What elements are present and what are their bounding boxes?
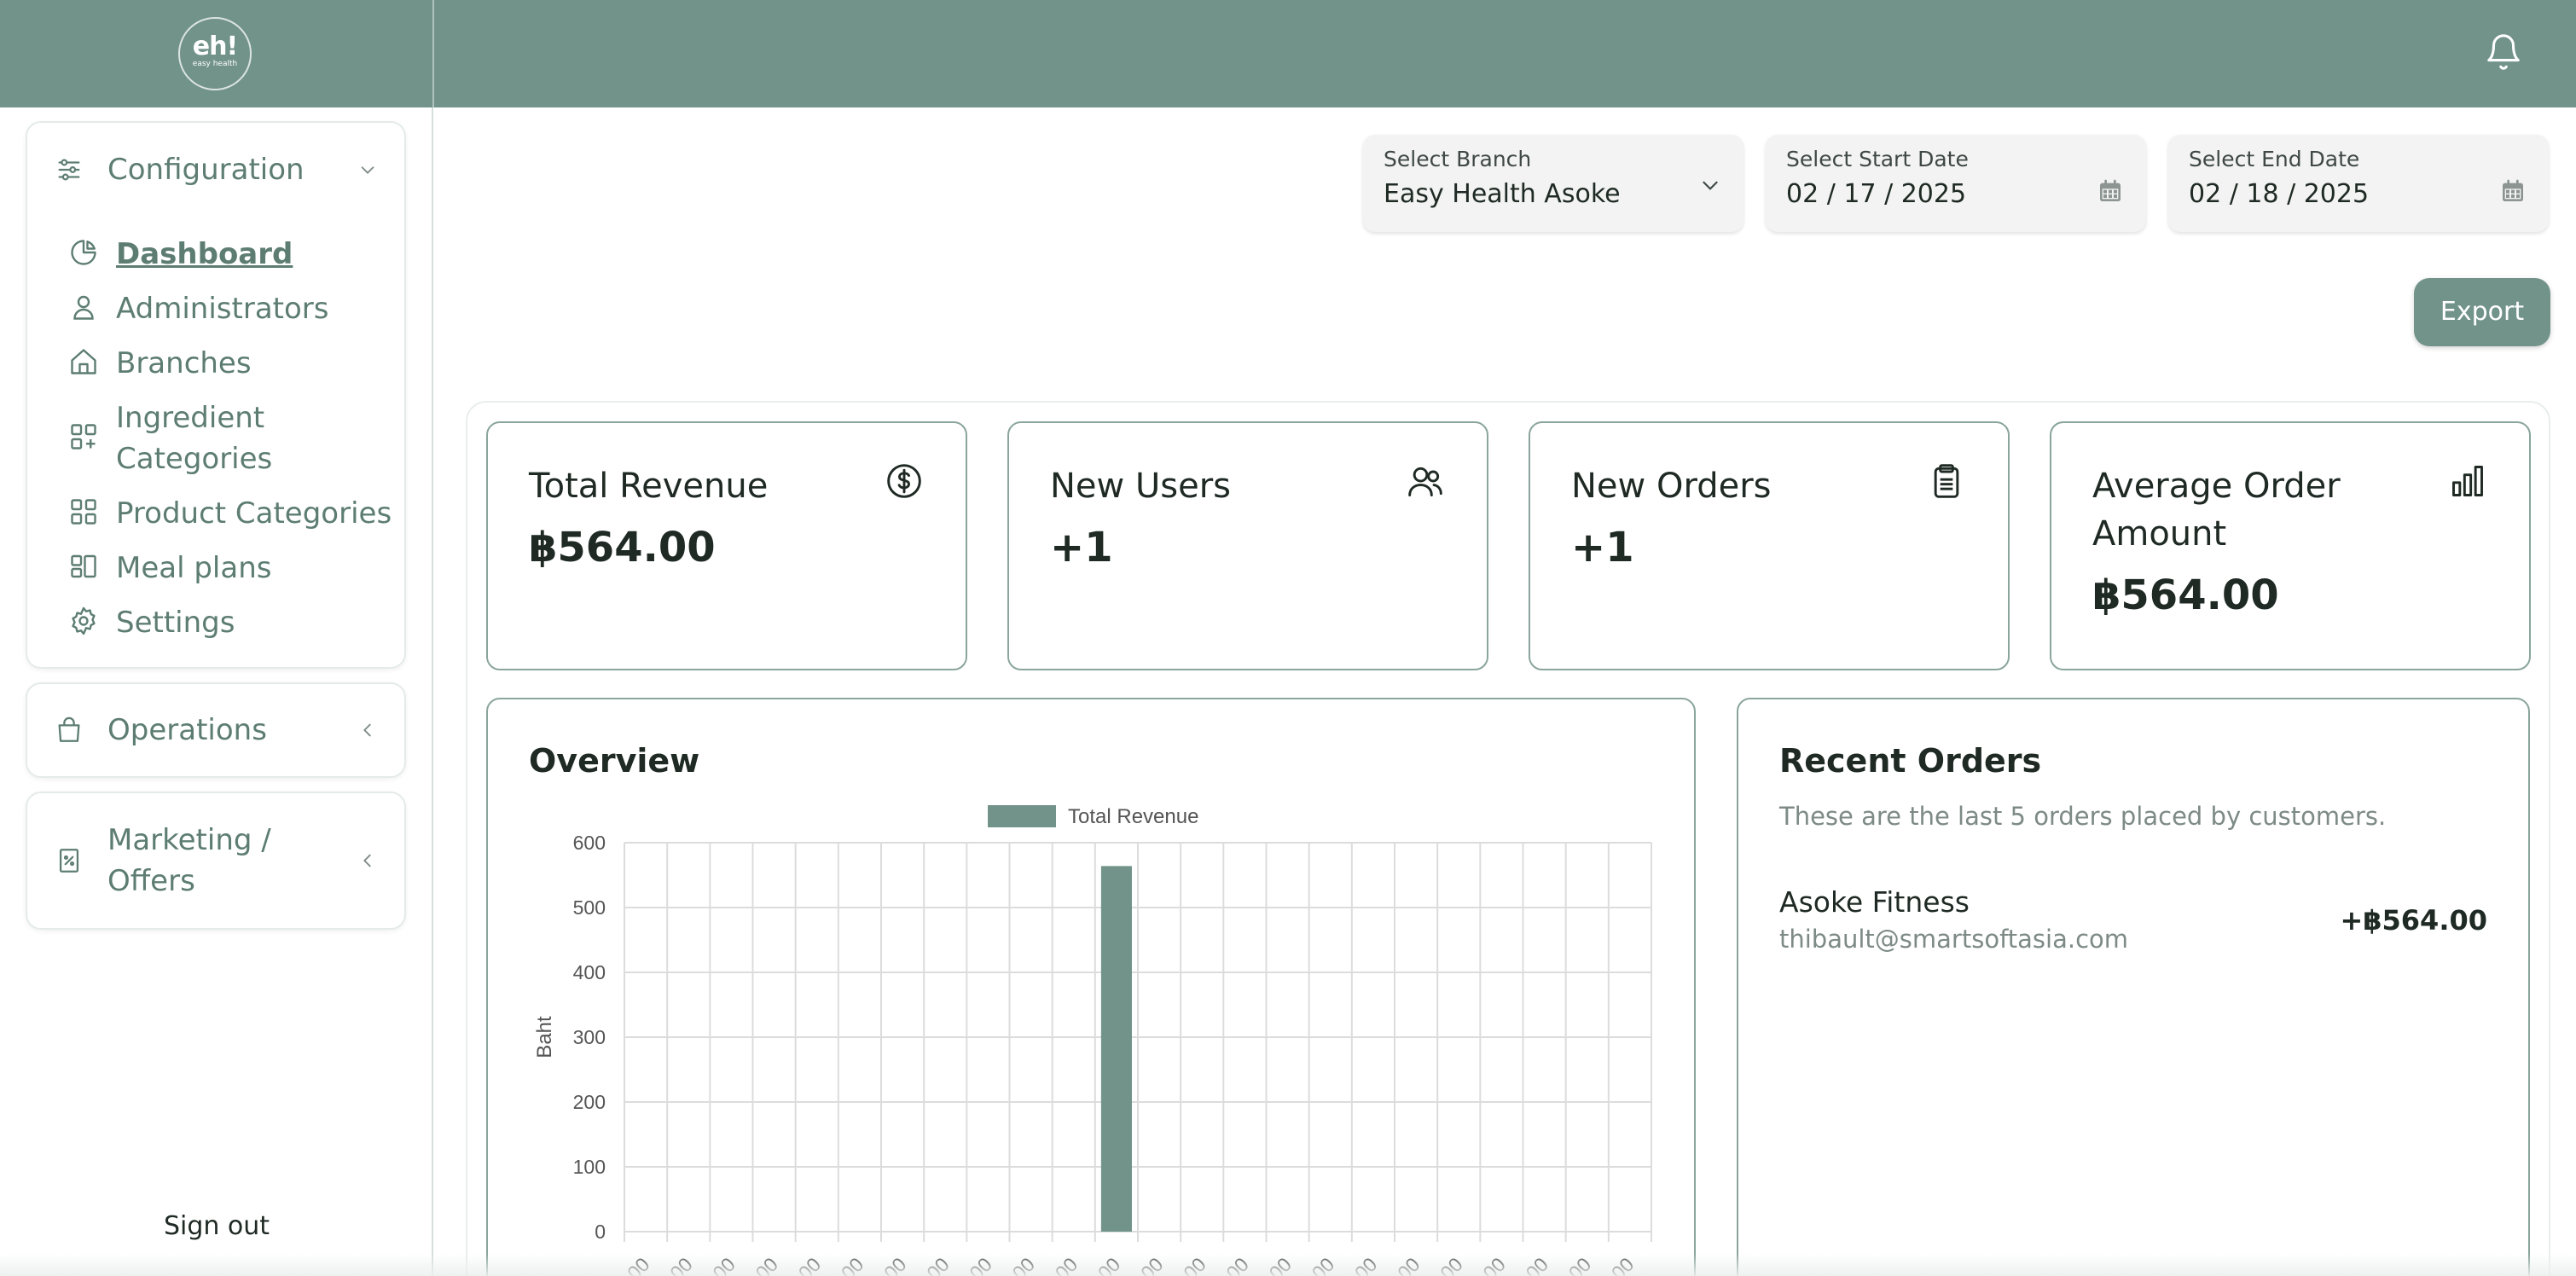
sidebar-item-dashboard[interactable]: Dashboard: [68, 234, 401, 288]
revenue-bar-chart: 0100200300400500600000000000000000000000…: [533, 805, 1652, 1276]
marketing-title: Marketing / Offers: [107, 823, 271, 898]
y-tick-label: 600: [573, 832, 606, 854]
stat-title: New Orders: [1571, 467, 1772, 506]
configuration-title: Configuration: [107, 153, 305, 187]
grid-plus-icon: [71, 424, 96, 450]
y-tick-label: 200: [573, 1091, 606, 1113]
recent-orders-title: Recent Orders: [1779, 742, 2042, 780]
chevron-left-icon[interactable]: [358, 851, 377, 870]
stat-value: +1: [1050, 524, 1113, 571]
stat-card-total-revenue: Total Revenue ฿564.00: [486, 421, 967, 670]
sidebar-item-label: Ingredient Categories: [116, 401, 273, 476]
end-date-value[interactable]: 02 / 18 / 2025: [2189, 179, 2369, 209]
operations-title: Operations: [107, 713, 267, 747]
end-date-label: Select End Date: [2189, 147, 2360, 171]
export-button[interactable]: Export: [2414, 278, 2550, 346]
sidebar-item-settings[interactable]: Settings: [68, 602, 401, 657]
header-divider: [432, 0, 434, 107]
sidebar-item-label: Dashboard: [116, 237, 293, 271]
home-icon: [71, 349, 96, 374]
top-bar: eh! easy health: [0, 0, 2576, 107]
grid-icon: [71, 499, 96, 525]
branch-select[interactable]: Select Branch Easy Health Asoke: [1363, 135, 1743, 232]
clipboard-icon: [1934, 464, 1959, 498]
end-date-field[interactable]: Select End Date 02 / 18 / 2025: [2168, 135, 2549, 232]
marketing-header[interactable]: Marketing / Offers: [27, 793, 404, 928]
app-root: eh! easy health Configuration Dashboard …: [0, 0, 2576, 1276]
recent-orders-card: Recent Orders These are the last 5 order…: [1737, 698, 2530, 1276]
bottom-fade: [0, 1254, 2576, 1276]
sidebar: Configuration Dashboard Administrators B…: [0, 107, 433, 1276]
chevron-down-icon: [1703, 181, 1718, 190]
stat-value: ฿564.00: [2092, 571, 2279, 619]
sidebar-item-product-categories[interactable]: Product Categories: [68, 493, 401, 548]
stat-value: ฿564.00: [529, 524, 716, 571]
dollar-circle-icon: [887, 464, 921, 498]
stat-card-new-orders: New Orders +1: [1529, 421, 2010, 670]
order-customer-email: thibault@smartsoftasia.com: [1779, 925, 2129, 954]
stat-title: Total Revenue: [529, 467, 769, 506]
sliders-icon: [58, 159, 80, 181]
logo-text: eh!: [192, 32, 238, 61]
user-icon: [73, 295, 94, 320]
gear-icon: [72, 606, 96, 635]
start-date-label: Select Start Date: [1786, 147, 1969, 171]
sidebar-item-label: Settings: [116, 606, 235, 640]
shopping-bag-icon: [58, 716, 80, 742]
bell-icon[interactable]: [2484, 32, 2523, 72]
sidebar-item-meal-plans[interactable]: Meal plans: [68, 548, 401, 602]
bar-chart-icon: [2452, 466, 2483, 496]
logo-subtext: easy health: [192, 60, 238, 68]
list-item[interactable]: Asoke Fitness thibault@smartsoftasia.com…: [1779, 885, 2487, 962]
sidebar-item-ingredient-categories[interactable]: Ingredient Categories: [68, 397, 401, 493]
layout-icon: [71, 554, 96, 578]
branch-select-label: Select Branch: [1384, 147, 1532, 171]
sidebar-item-branches[interactable]: Branches: [68, 343, 401, 397]
calendar-icon[interactable]: [2097, 177, 2124, 205]
stat-title: New Users: [1050, 467, 1231, 506]
users-icon: [1408, 467, 1442, 496]
stat-card-average-order-amount: Average Order Amount ฿564.00: [2050, 421, 2531, 670]
start-date-field[interactable]: Select Start Date 02 / 17 / 2025: [1766, 135, 2146, 232]
overview-card: Overview 0100200300400500600000000000000…: [486, 698, 1696, 1276]
y-tick-label: 400: [573, 961, 606, 983]
sidebar-item-label: Branches: [116, 346, 252, 380]
y-tick-label: 0: [595, 1221, 606, 1243]
legend-swatch: [988, 805, 1056, 827]
configuration-panel: Configuration Dashboard Administrators B…: [26, 121, 406, 669]
configuration-header[interactable]: Configuration: [27, 123, 404, 217]
chevron-down-icon[interactable]: [358, 160, 377, 179]
y-tick-label: 100: [573, 1156, 606, 1178]
pie-chart-icon: [71, 240, 96, 265]
sign-out-link[interactable]: Sign out: [0, 1211, 433, 1241]
operations-header[interactable]: Operations: [27, 684, 404, 776]
brand-logo[interactable]: eh! easy health: [178, 17, 252, 90]
stat-title: Average Order Amount: [2092, 467, 2341, 554]
marketing-panel[interactable]: Marketing / Offers: [26, 792, 406, 930]
chevron-left-icon[interactable]: [358, 721, 377, 740]
calendar-icon[interactable]: [2499, 177, 2527, 205]
stat-value: +1: [1571, 524, 1634, 571]
legend-label: Total Revenue: [1068, 805, 1198, 828]
configuration-nav: Dashboard Administrators Branches Ingred…: [68, 234, 401, 657]
operations-panel[interactable]: Operations: [26, 682, 406, 778]
y-tick-label: 300: [573, 1026, 606, 1048]
sidebar-item-administrators[interactable]: Administrators: [68, 288, 401, 343]
sidebar-item-label: Product Categories: [116, 496, 392, 531]
y-tick-label: 500: [573, 896, 606, 919]
percent-tag-icon: [59, 849, 79, 873]
sidebar-item-label: Meal plans: [116, 551, 272, 585]
chart-bar: [1100, 866, 1132, 1232]
order-customer-name: Asoke Fitness: [1779, 885, 1970, 919]
order-amount: +฿564.00: [2340, 904, 2487, 937]
branch-select-value: Easy Health Asoke: [1384, 179, 1621, 209]
sidebar-item-label: Administrators: [116, 292, 329, 326]
recent-orders-description: These are the last 5 orders placed by cu…: [1779, 802, 2387, 831]
y-axis-label: Baht: [533, 1016, 556, 1058]
start-date-value[interactable]: 02 / 17 / 2025: [1786, 179, 1966, 209]
stat-card-new-users: New Users +1: [1007, 421, 1488, 670]
